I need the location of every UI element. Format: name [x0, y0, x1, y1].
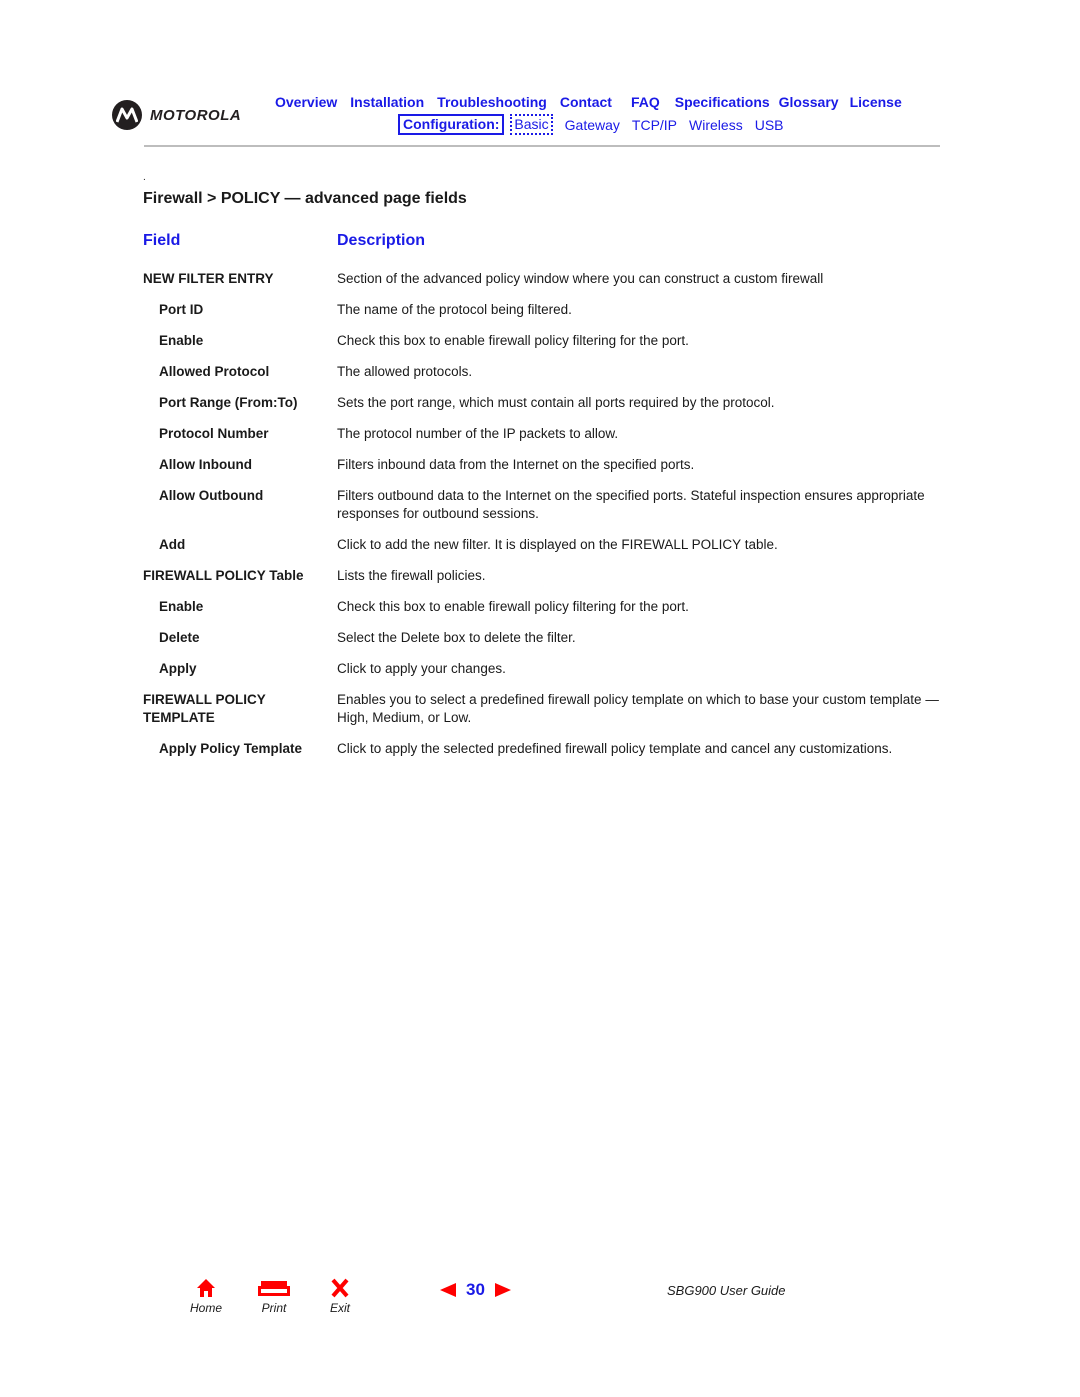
table-row: Delete Select the Delete box to delete th… — [143, 629, 973, 647]
home-icon — [197, 1279, 215, 1297]
field-name: Add — [159, 537, 186, 552]
field-name: FIREWALL POLICY TEMPLATE — [143, 692, 266, 725]
field-name: Enable — [159, 599, 204, 614]
field-description: Click to apply the selected predefined f… — [337, 741, 893, 756]
field-name: Port ID — [159, 302, 204, 317]
field-name: Enable — [159, 333, 204, 348]
nav-contact[interactable]: Contact — [560, 94, 612, 110]
field-description: Select the Delete box to delete the filt… — [337, 630, 576, 645]
exit-label: Exit — [329, 1301, 350, 1315]
field-description: The name of the protocol being filtered. — [337, 302, 572, 317]
table-row: Apply Policy Template Click to apply the … — [143, 740, 973, 758]
column-header-description: Description — [337, 232, 426, 249]
field-name: NEW FILTER ENTRY — [143, 271, 274, 286]
field-description: Check this box to enable firewall policy… — [337, 333, 689, 348]
table-row: Port Range (From:To) Sets the port range,… — [143, 394, 973, 412]
next-page-icon[interactable] — [494, 1283, 511, 1297]
field-name: Allow Inbound — [159, 457, 252, 472]
print-label: Print — [261, 1301, 287, 1315]
field-description: Filters inbound data from the Internet o… — [337, 457, 695, 472]
nav-gateway[interactable]: Gateway — [565, 117, 620, 133]
table-row: Apply Click to apply your changes. — [143, 660, 973, 678]
nav-usb[interactable]: USB — [755, 117, 784, 133]
field-name: Protocol Number — [159, 426, 269, 441]
exit-icon — [331, 1278, 349, 1298]
nav-overview[interactable]: Overview — [275, 94, 337, 110]
field-name: FIREWALL POLICY Table — [143, 568, 304, 583]
table-row: FIREWALL POLICY Table Lists the firewall … — [143, 567, 973, 585]
nav-specifications[interactable]: Specifications — [675, 94, 770, 110]
field-description: Enables you to select a predefined firew… — [337, 692, 939, 725]
field-description: The protocol number of the IP packets to… — [337, 426, 619, 441]
table-row: Allow Outbound Filters outbound data to t… — [143, 487, 973, 523]
field-description: Filters outbound data to the Internet on… — [337, 488, 925, 521]
table-row: Enable Check this box to enable firewall … — [143, 598, 973, 616]
table-row: Protocol Number The protocol number of th… — [143, 425, 973, 443]
motorola-logo: MOTOROLA — [112, 100, 241, 130]
field-name: Apply Policy Template — [159, 741, 303, 756]
field-name: Allowed Protocol — [159, 364, 270, 379]
previous-page-icon[interactable] — [440, 1283, 456, 1297]
print-icon — [258, 1281, 290, 1296]
table-row: FIREWALL POLICY TEMPLATE Enables you to s… — [143, 691, 973, 727]
guide-title: SBG900 User Guide — [667, 1283, 786, 1298]
stray-dot: . — [143, 172, 146, 183]
nav-troubleshooting[interactable]: Troubleshooting — [437, 94, 547, 110]
field-name: Delete — [159, 630, 200, 645]
motorola-batwing-icon — [112, 100, 142, 130]
configuration-label[interactable]: Configuration: — [398, 114, 505, 135]
fields-table: NEW FILTER ENTRY Section of the advanced … — [143, 270, 973, 771]
pager: 30 — [440, 1280, 511, 1300]
table-row: NEW FILTER ENTRY Section of the advanced … — [143, 270, 973, 288]
table-row: Port ID The name of the protocol being fi… — [143, 301, 973, 319]
nav-wireless[interactable]: Wireless — [689, 117, 743, 133]
field-name: Apply — [159, 661, 197, 676]
field-name: Allow Outbound — [159, 488, 264, 503]
field-description: The allowed protocols. — [337, 364, 473, 379]
column-header-field: Field — [143, 232, 181, 249]
field-description: Click to apply your changes. — [337, 661, 506, 676]
table-row: Add Click to add the new filter. It is di… — [143, 536, 973, 554]
home-label: Home — [189, 1301, 222, 1315]
field-description: Section of the advanced policy window wh… — [337, 271, 824, 286]
table-row: Enable Check this box to enable firewall … — [143, 332, 973, 350]
nav-tcpip[interactable]: TCP/IP — [632, 117, 677, 133]
field-description: Check this box to enable firewall policy… — [337, 599, 689, 614]
nav-basic-active[interactable]: Basic — [510, 114, 553, 135]
brand-name: MOTOROLA — [150, 106, 242, 124]
table-row: Allowed Protocol The allowed protocols. — [143, 363, 973, 381]
nav-license[interactable]: License — [850, 94, 902, 110]
nav-faq[interactable]: FAQ — [631, 94, 660, 110]
header-divider — [144, 145, 940, 147]
home-button[interactable]: Home — [186, 1278, 226, 1315]
field-description: Click to add the new filter. It is displ… — [337, 537, 778, 552]
page-number: 30 — [466, 1280, 485, 1299]
table-row: Allow Inbound Filters inbound data from t… — [143, 456, 973, 474]
print-button[interactable]: Print — [254, 1278, 294, 1315]
field-description: Sets the port range, which must contain … — [337, 395, 775, 410]
nav-installation[interactable]: Installation — [350, 94, 424, 110]
field-name: Port Range (From:To) — [159, 395, 298, 410]
page-title: Firewall > POLICY — advanced page fields — [143, 190, 467, 207]
field-description: Lists the firewall policies. — [337, 568, 486, 583]
primary-nav: Overview Installation Troubleshooting Co… — [275, 94, 915, 110]
exit-button[interactable]: Exit — [322, 1278, 358, 1315]
configuration-nav: Configuration: Basic Gateway TCP/IP Wire… — [398, 114, 784, 135]
nav-glossary[interactable]: Glossary — [779, 94, 839, 110]
